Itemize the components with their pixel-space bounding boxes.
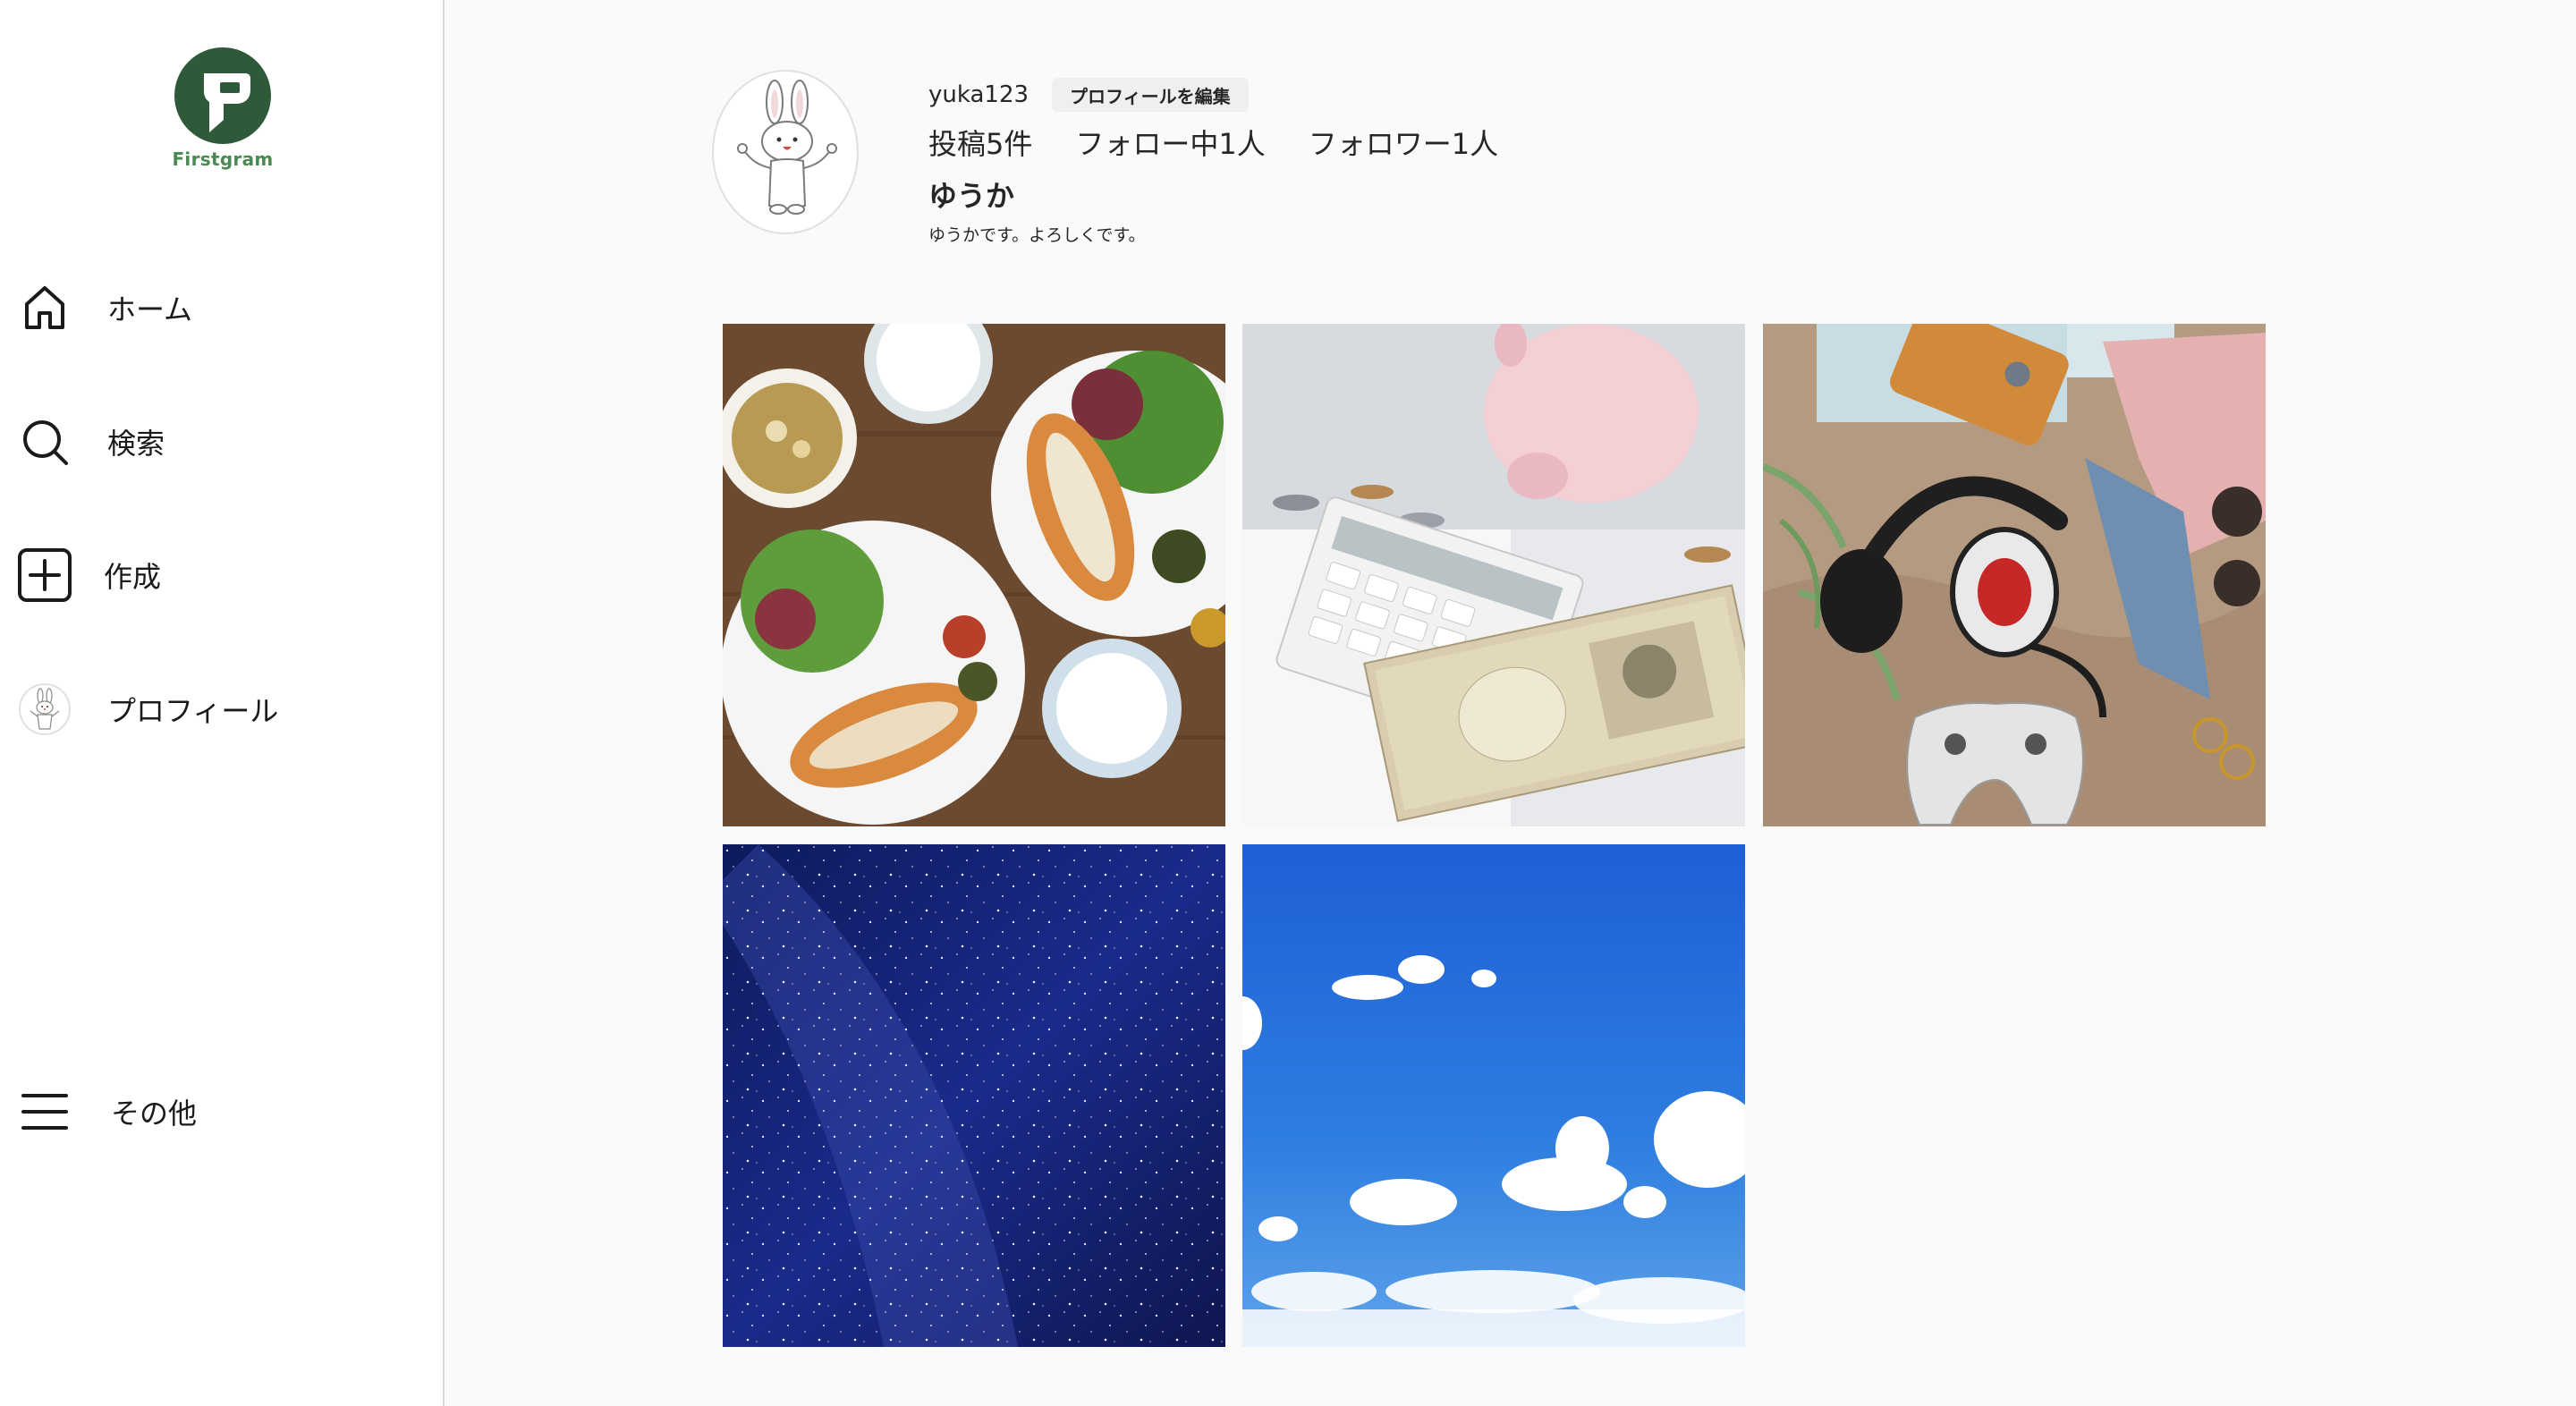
sidebar: Firstgram ホーム 検索 作成 プロフィール その他 [0,0,445,1406]
headphones-photo-image [1763,324,2266,826]
app-root: Firstgram ホーム 検索 作成 プロフィール その他 yuka123 プ… [0,0,2576,1406]
profile-bio: ゆうかです。よろしくです。 [928,225,1146,245]
username: yuka123 [928,81,1030,108]
posts-count: 投稿5件 [928,127,1033,161]
display-name: ゆうか [928,179,1015,213]
sidebar-item-profile[interactable]: プロフィール [16,681,278,738]
post-thumbnail[interactable] [723,324,1225,826]
sidebar-item-search[interactable]: 検索 [16,413,165,470]
plus-square-icon [16,546,73,604]
food-photo-image [723,324,1225,826]
blue-sky-photo-image [1242,844,1745,1347]
sidebar-item-label: その他 [111,1097,198,1131]
post-thumbnail[interactable] [723,844,1225,1347]
following-count[interactable]: フォロー中1人 [1075,122,1265,163]
sidebar-item-home[interactable]: ホーム [16,279,192,336]
starry-sky-photo-image [723,844,1225,1347]
sidebar-item-label: 作成 [104,560,162,594]
username-row: yuka123 プロフィールを編集 [928,77,1541,113]
menu-icon [16,1083,73,1140]
profile-avatar[interactable] [712,70,859,234]
followers-count[interactable]: フォロワー1人 [1309,122,1498,163]
profile-info: yuka123 プロフィールを編集 投稿5件 フォロー中1人 フォロワー1人 ゆ… [928,77,1541,246]
profile-stats: 投稿5件 フォロー中1人 フォロワー1人 [928,122,1541,163]
sidebar-item-label: 検索 [107,427,165,461]
firstgram-logo-icon [174,47,271,144]
sidebar-item-more[interactable]: その他 [16,1083,197,1140]
sidebar-item-create[interactable]: 作成 [16,546,161,604]
avatar [16,681,73,738]
brand-name: Firstgram [172,148,274,170]
sidebar-item-label: ホーム [107,292,193,326]
money-photo-image [1242,324,1745,826]
search-icon [16,413,73,470]
edit-profile-button[interactable]: プロフィールを編集 [1052,78,1249,112]
brand-logo[interactable]: Firstgram [172,47,274,170]
sidebar-item-label: プロフィール [107,694,279,728]
post-thumbnail[interactable] [1763,324,2266,826]
profile-header: yuka123 プロフィールを編集 投稿5件 フォロー中1人 フォロワー1人 ゆ… [712,70,1964,245]
post-thumbnail[interactable] [1242,844,1745,1347]
home-icon [16,279,73,336]
rabbit-avatar-icon [737,80,837,215]
post-thumbnail[interactable] [1242,324,1745,826]
